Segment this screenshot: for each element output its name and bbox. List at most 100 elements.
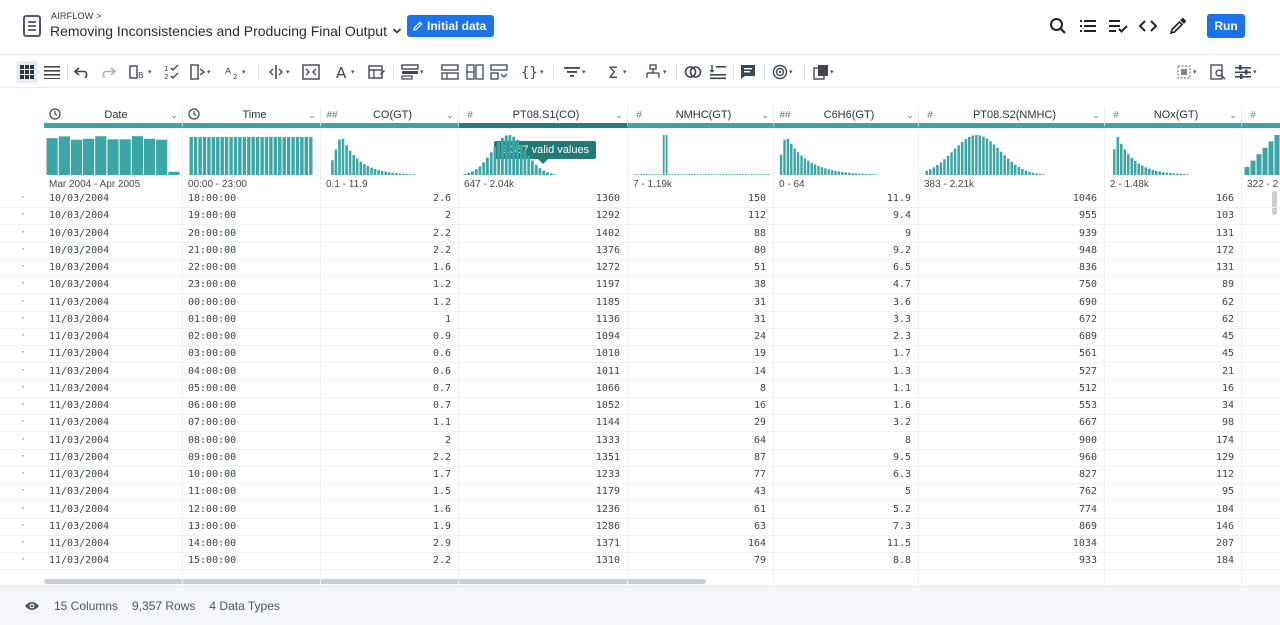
value-cell[interactable]: 9.2	[774, 245, 911, 256]
value-cell[interactable]: 1034	[919, 538, 1097, 549]
table-row[interactable]: · 11/03/2004 03:00:00 0.6 1010 19 1.7 561 45	[0, 346, 1280, 364]
date-cell[interactable]: 11/03/2004	[49, 331, 109, 342]
time-cell[interactable]: 18:00:00	[188, 193, 236, 204]
row-handle[interactable]: ·	[20, 485, 26, 496]
time-cell[interactable]: 07:00:00	[188, 417, 236, 428]
value-cell[interactable]: 1236	[459, 504, 620, 515]
table-row[interactable]: · 11/03/2004 09:00:00 2.2 1351 87 9.5 960 129	[0, 450, 1280, 467]
value-cell[interactable]: 9.4	[774, 210, 911, 221]
value-cell[interactable]: 900	[919, 435, 1097, 446]
group-rows-icon[interactable]	[441, 61, 459, 83]
row-handle[interactable]: ·	[20, 209, 26, 220]
value-cell[interactable]: 51	[628, 262, 766, 273]
row-handle[interactable]: ·	[20, 451, 26, 462]
value-cell[interactable]: 1286	[459, 521, 620, 532]
column-header[interactable]: # PT08.S2(NMHC) ⌄	[919, 107, 1105, 128]
value-cell[interactable]: 5	[774, 486, 911, 497]
value-cell[interactable]: 1402	[459, 228, 620, 239]
value-cell[interactable]: 1292	[459, 210, 620, 221]
value-cell[interactable]: 2	[321, 435, 451, 446]
value-cell[interactable]: 62	[1105, 297, 1234, 308]
time-cell[interactable]: 19:00:00	[188, 210, 236, 221]
value-cell[interactable]: 3.3	[774, 314, 911, 325]
value-cell[interactable]: 11.9	[774, 193, 911, 204]
time-cell[interactable]: 01:00:00	[188, 314, 236, 325]
value-cell[interactable]: 1.1	[321, 417, 451, 428]
value-cell[interactable]: 561	[919, 348, 1097, 359]
column-select-icon[interactable]: ▾	[1176, 61, 1197, 83]
time-cell[interactable]: 05:00:00	[188, 383, 236, 394]
value-cell[interactable]: 21	[1105, 366, 1234, 377]
value-cell[interactable]: 31	[628, 297, 766, 308]
value-cell[interactable]: 1197	[459, 279, 620, 290]
table-row[interactable]: · 11/03/2004 11:00:00 1.5 1179 43 5 762 95	[0, 484, 1280, 502]
row-filter-icon[interactable]: ▾	[401, 61, 424, 83]
chevron-down-icon[interactable]: ⌄	[611, 110, 627, 121]
date-cell[interactable]: 11/03/2004	[49, 555, 109, 566]
value-cell[interactable]: 95	[1105, 486, 1234, 497]
value-cell[interactable]: 948	[919, 245, 1097, 256]
row-handle[interactable]: ·	[20, 434, 26, 445]
time-cell[interactable]: 15:00:00	[188, 555, 236, 566]
chevron-down-icon[interactable]: ⌄	[902, 110, 918, 121]
time-cell[interactable]: 22:00:00	[188, 262, 236, 273]
value-cell[interactable]: 3.6	[774, 297, 911, 308]
copy-icon[interactable]: ▾	[813, 61, 834, 83]
value-cell[interactable]: 1272	[459, 262, 620, 273]
value-cell[interactable]: 1376	[459, 245, 620, 256]
value-cell[interactable]: 1.7	[774, 348, 911, 359]
value-cell[interactable]: 64	[628, 435, 766, 446]
code-icon[interactable]	[1138, 16, 1158, 36]
validate-icon[interactable]: 12	[164, 61, 180, 83]
value-cell[interactable]: 512	[919, 383, 1097, 394]
grid-view-icon[interactable]	[16, 61, 38, 83]
row-handle[interactable]: ·	[20, 520, 26, 531]
value-cell[interactable]: 31	[628, 314, 766, 325]
value-cell[interactable]: 553	[919, 400, 1097, 411]
row-handle[interactable]: ·	[20, 227, 26, 238]
date-cell[interactable]: 11/03/2004	[49, 417, 109, 428]
value-cell[interactable]: 1.6	[774, 400, 911, 411]
value-cell[interactable]: 1.9	[321, 521, 451, 532]
column-header[interactable]: # PT08.S1(CO) ⌄	[459, 107, 628, 128]
date-cell[interactable]: 11/03/2004	[49, 486, 109, 497]
row-handle[interactable]: ·	[20, 347, 26, 358]
column-histogram[interactable]	[189, 133, 313, 175]
column-header[interactable]: Time ⌄	[183, 107, 321, 128]
value-cell[interactable]: 6.5	[774, 262, 911, 273]
value-cell[interactable]: 1333	[459, 435, 620, 446]
value-cell[interactable]: 1310	[459, 555, 620, 566]
title-dropdown[interactable]: Removing Inconsistencies and Producing F…	[50, 23, 402, 39]
value-cell[interactable]: 4.7	[774, 279, 911, 290]
value-cell[interactable]: 2	[321, 210, 451, 221]
column-header[interactable]: ## CO(GT) ⌄	[321, 107, 459, 128]
merge-column-icon[interactable]	[302, 61, 320, 83]
filter-icon[interactable]: ▾	[563, 61, 586, 83]
chevron-down-icon[interactable]: ⌄	[757, 110, 773, 121]
target-icon[interactable]: ▾	[772, 61, 793, 83]
value-cell[interactable]: 762	[919, 486, 1097, 497]
value-cell[interactable]: 34	[1105, 400, 1234, 411]
value-cell[interactable]: 43	[628, 486, 766, 497]
column-histogram[interactable]	[1244, 133, 1280, 175]
braces-icon[interactable]: {} ▾	[521, 61, 544, 83]
row-handle[interactable]: ·	[20, 468, 26, 479]
value-cell[interactable]: 150	[628, 193, 766, 204]
time-cell[interactable]: 12:00:00	[188, 504, 236, 515]
time-cell[interactable]: 10:00:00	[188, 469, 236, 480]
date-cell[interactable]: 10/03/2004	[49, 193, 109, 204]
table-row[interactable]: · 11/03/2004 07:00:00 1.1 1144 29 3.2 667 98	[0, 415, 1280, 433]
value-cell[interactable]: 0.9	[321, 331, 451, 342]
sigma-icon[interactable]: Σ ▾	[608, 61, 627, 83]
value-cell[interactable]: 2.2	[321, 452, 451, 463]
time-cell[interactable]: 13:00:00	[188, 521, 236, 532]
value-cell[interactable]: 88	[628, 228, 766, 239]
value-cell[interactable]: 24	[628, 331, 766, 342]
table-row[interactable]: · 11/03/2004 12:00:00 1.6 1236 61 5.2 774 104	[0, 502, 1280, 519]
value-cell[interactable]: 1.7	[321, 469, 451, 480]
value-cell[interactable]: 1.6	[321, 262, 451, 273]
table-row[interactable]: · 10/03/2004 21:00:00 2.2 1376 80 9.2 948 172	[0, 243, 1280, 260]
time-cell[interactable]: 14:00:00	[188, 538, 236, 549]
value-cell[interactable]: 1010	[459, 348, 620, 359]
value-cell[interactable]: 79	[628, 555, 766, 566]
